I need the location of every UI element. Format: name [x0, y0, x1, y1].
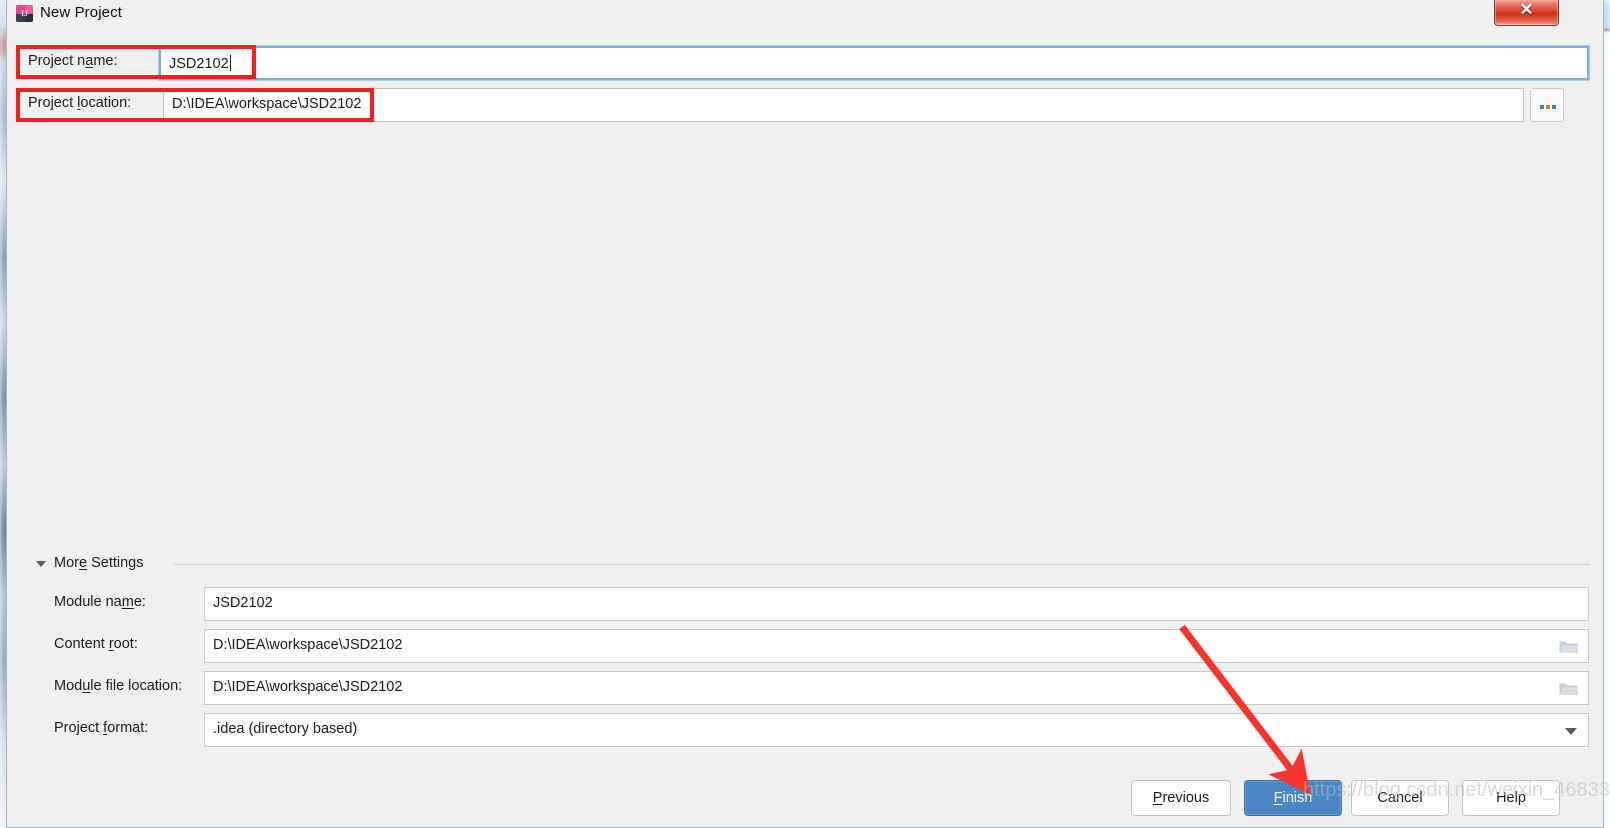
- module-file-location-row: Module file location: D:\IDEA\workspace\…: [14, 671, 1598, 705]
- project-format-value: .idea (directory based): [213, 721, 358, 737]
- project-name-input[interactable]: JSD2102: [159, 46, 1589, 80]
- content-root-value: D:\IDEA\workspace\JSD2102: [213, 637, 403, 653]
- module-name-row: Module name: JSD2102: [14, 587, 1598, 621]
- module-name-input[interactable]: JSD2102: [204, 587, 1589, 621]
- module-name-value: JSD2102: [213, 595, 273, 611]
- project-name-value: JSD2102: [169, 55, 231, 72]
- folder-icon[interactable]: [1559, 639, 1578, 654]
- more-settings-header[interactable]: More Settings: [14, 553, 1598, 575]
- chevron-down-icon[interactable]: [1565, 728, 1577, 735]
- ellipsis-dot: [1540, 105, 1544, 109]
- ellipsis-dot: [1546, 105, 1550, 109]
- dialog-content: Project name: JSD2102 Project location: …: [14, 32, 1598, 822]
- new-project-dialog: IJ New Project Project name: JSD2102 Pro…: [6, 0, 1604, 828]
- project-format-select[interactable]: .idea (directory based): [204, 713, 1589, 747]
- project-name-row: Project name: JSD2102: [14, 46, 1598, 80]
- module-name-label: Module name:: [54, 594, 146, 610]
- project-format-label: Project format:: [54, 720, 149, 736]
- project-location-input[interactable]: D:\IDEA\workspace\JSD2102: [163, 88, 1524, 122]
- project-location-value: D:\IDEA\workspace\JSD2102: [172, 96, 362, 112]
- dialog-button-bar: Previous Finish Cancel Help: [14, 780, 1598, 822]
- project-location-row: Project location: D:\IDEA\workspace\JSD2…: [14, 88, 1598, 122]
- text-caret: [229, 55, 231, 71]
- dialog-titlebar: IJ New Project: [7, 0, 1605, 30]
- finish-button[interactable]: Finish: [1244, 780, 1342, 816]
- project-name-label: Project name:: [28, 53, 118, 69]
- content-root-label: Content root:: [54, 636, 138, 652]
- project-format-row: Project format: .idea (directory based): [14, 713, 1598, 747]
- more-settings-label: More Settings: [54, 555, 144, 571]
- content-root-input[interactable]: D:\IDEA\workspace\JSD2102: [204, 629, 1589, 663]
- cancel-button[interactable]: Cancel: [1351, 780, 1449, 816]
- module-file-location-input[interactable]: D:\IDEA\workspace\JSD2102: [204, 671, 1589, 705]
- project-location-label: Project location:: [28, 95, 132, 111]
- ellipsis-dot: [1552, 105, 1556, 109]
- close-window-button[interactable]: ✕: [1494, 0, 1559, 26]
- module-file-location-value: D:\IDEA\workspace\JSD2102: [213, 679, 403, 695]
- browse-ellipsis-button[interactable]: [1530, 88, 1564, 122]
- module-file-location-label: Module file location:: [54, 678, 183, 694]
- help-button[interactable]: Help: [1462, 780, 1560, 816]
- intellij-idea-icon: IJ: [16, 5, 33, 22]
- close-icon: ✕: [1519, 0, 1534, 19]
- previous-button[interactable]: Previous: [1131, 780, 1231, 816]
- folder-icon[interactable]: [1559, 681, 1578, 696]
- dialog-title: New Project: [40, 4, 122, 21]
- content-root-row: Content root: D:\IDEA\workspace\JSD2102: [14, 629, 1598, 663]
- section-divider: [174, 564, 1590, 565]
- chevron-down-icon[interactable]: [36, 561, 46, 567]
